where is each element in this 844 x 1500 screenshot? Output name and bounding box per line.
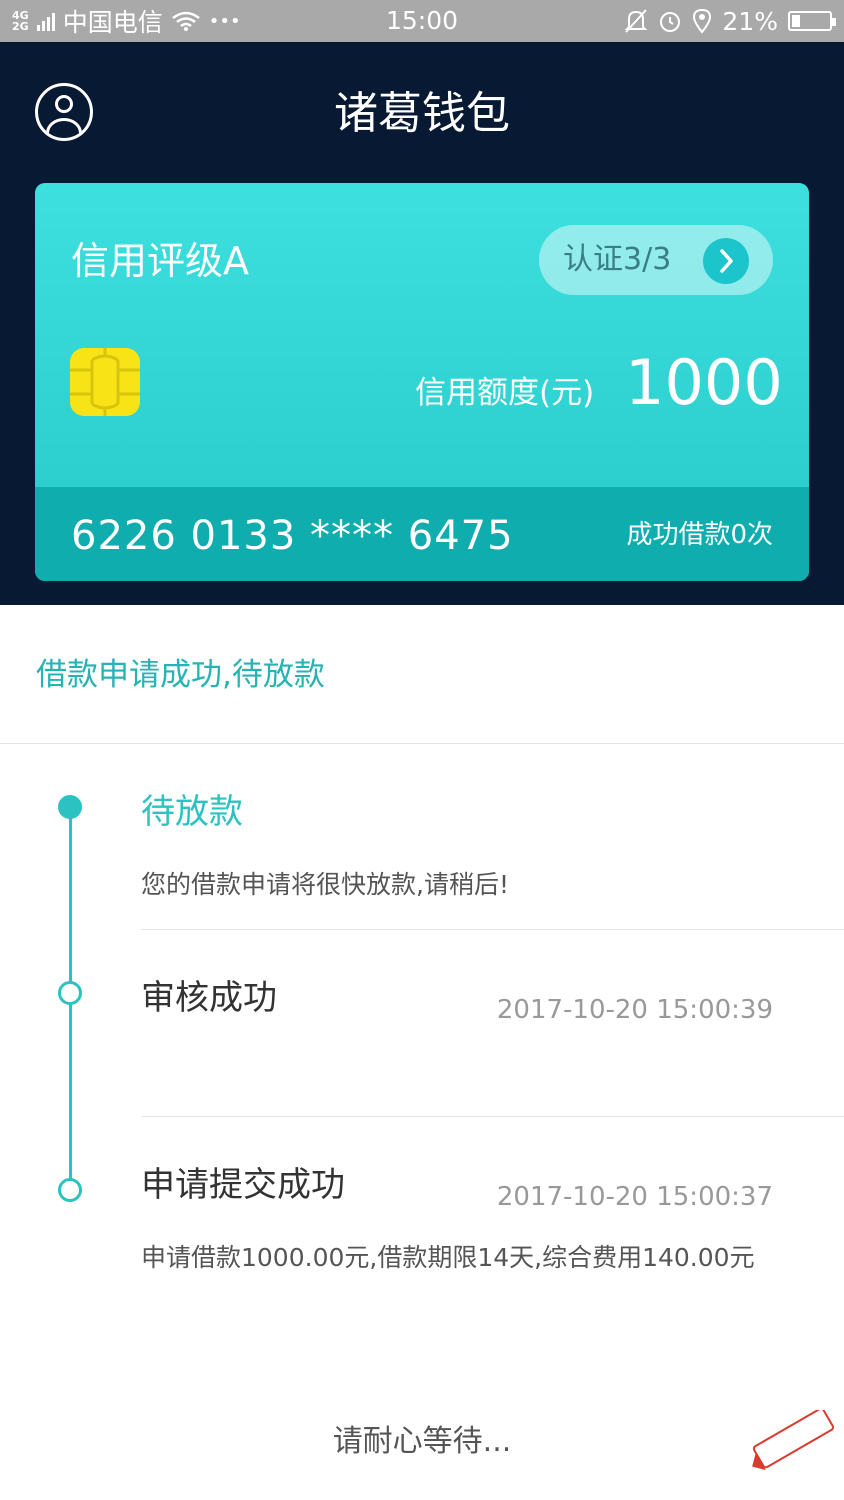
timeline-divider (141, 929, 844, 930)
header: 诸葛钱包 信用评级A 认证3/3 信用额度(元) 1000 6226 0133 … (0, 42, 844, 605)
chevron-right-icon (703, 238, 749, 284)
page-title: 诸葛钱包 (334, 88, 510, 139)
card-footer: 6226 0133 **** 6475 成功借款0次 (35, 487, 809, 581)
card-number: 6226 0133 **** 6475 (71, 513, 514, 559)
watermark-logo-icon (752, 1410, 835, 1470)
step-time: 2017-10-20 15:00:37 (496, 1182, 773, 1212)
credit-limit-label: 信用额度(元) (415, 375, 595, 411)
status-bar-right: 21% (624, 0, 836, 42)
status-bar: 4G 2G 中国电信 ••• 15:00 21% (0, 0, 844, 42)
certification-label: 认证3/3 (563, 242, 672, 277)
timeline-node (58, 1178, 82, 1202)
credit-card: 信用评级A 认证3/3 信用额度(元) 1000 6226 0133 **** … (35, 183, 809, 581)
credit-limit-value: 1000 (625, 346, 783, 419)
step-description: 申请借款1000.00元,借款期限14天,综合费用140.00元 (141, 1243, 755, 1272)
timeline-node-active (58, 795, 82, 819)
credit-rating: 信用评级A (71, 239, 249, 283)
battery-icon (788, 11, 836, 31)
location-icon (693, 8, 712, 34)
mute-bell-icon (625, 9, 648, 33)
successful-loan-count: 成功借款0次 (626, 520, 773, 550)
card-chip-icon (70, 348, 140, 416)
certification-button[interactable]: 认证3/3 (539, 225, 773, 295)
wait-message: 请耐心等待... (332, 1424, 512, 1459)
step-title: 审核成功 (141, 978, 277, 1018)
timeline-node (58, 981, 82, 1005)
step-time: 2017-10-20 15:00:39 (496, 995, 773, 1025)
loan-status-text: 借款申请成功,待放款 (36, 657, 325, 693)
step-title: 申请提交成功 (141, 1165, 345, 1205)
loan-status-banner: 借款申请成功,待放款 (0, 605, 844, 744)
timeline-divider (141, 1116, 844, 1117)
battery-percent: 21% (722, 6, 778, 36)
alarm-icon (660, 12, 681, 32)
step-title: 待放款 (141, 792, 243, 832)
step-description: 您的借款申请将很快放款,请稍后! (141, 870, 509, 899)
